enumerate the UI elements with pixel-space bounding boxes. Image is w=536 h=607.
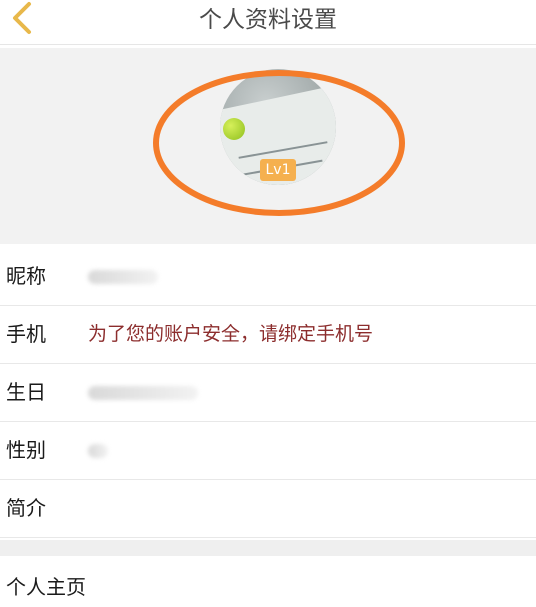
gender-row[interactable]: 性别 [0, 422, 536, 480]
birthday-row[interactable]: 生日 [0, 364, 536, 422]
homepage-label: 个人主页 [6, 575, 86, 599]
avatar-ball-decoration [223, 118, 245, 140]
gender-value-blurred [88, 444, 108, 458]
level-badge: Lv1 [260, 159, 296, 181]
phone-label: 手机 [6, 322, 46, 346]
nickname-value-blurred [88, 270, 158, 284]
avatar-section: Lv1 [0, 48, 536, 244]
birthday-label: 生日 [6, 380, 46, 404]
bio-row[interactable]: 简介 [0, 480, 536, 538]
phone-value: 为了您的账户安全，请绑定手机号 [88, 323, 374, 345]
birthday-value-blurred [88, 386, 198, 400]
bio-label: 简介 [6, 496, 46, 520]
gender-label: 性别 [6, 438, 46, 462]
nickname-row[interactable]: 昵称 [0, 248, 536, 306]
homepage-row[interactable]: 个人主页 [0, 557, 536, 602]
phone-row[interactable]: 手机 为了您的账户安全，请绑定手机号 [0, 306, 536, 364]
nickname-label: 昵称 [6, 264, 46, 288]
page-title: 个人资料设置 [199, 7, 337, 33]
avatar[interactable]: Lv1 [220, 69, 336, 185]
header-bar: 个人资料设置 [0, 0, 536, 45]
section-divider [0, 540, 536, 556]
